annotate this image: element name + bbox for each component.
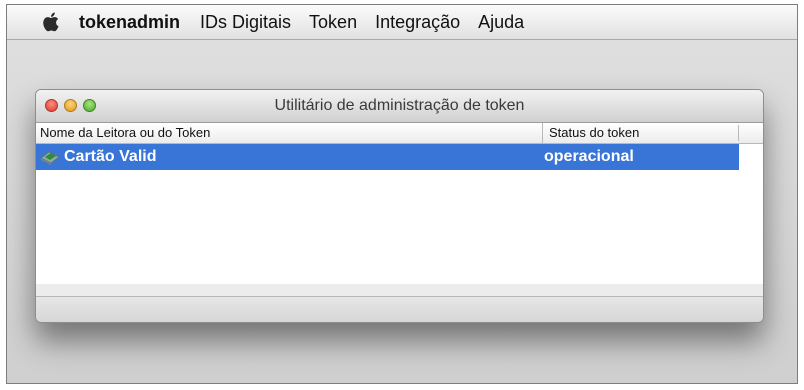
menu-bar: tokenadmin IDs Digitais Token Integração… [7, 5, 797, 40]
menu-app-tokenadmin[interactable]: tokenadmin [79, 12, 180, 33]
apple-icon[interactable] [37, 9, 65, 35]
column-header-status[interactable]: Status do token [542, 123, 639, 143]
token-table: Cartão Valid operacional [36, 144, 763, 284]
screen-frame: tokenadmin IDs Digitais Token Integração… [6, 4, 798, 384]
menu-ajuda[interactable]: Ajuda [478, 12, 524, 33]
table-row[interactable]: Cartão Valid operacional [36, 144, 739, 170]
token-name: Cartão Valid [64, 148, 157, 165]
token-admin-window: Utilitário de administração de token Nom… [35, 89, 764, 323]
menu-integracao[interactable]: Integração [375, 12, 460, 33]
menu-token[interactable]: Token [309, 12, 357, 33]
menu-ids-digitais[interactable]: IDs Digitais [200, 12, 291, 33]
window-title: Utilitário de administração de token [274, 97, 525, 114]
column-header-name[interactable]: Nome da Leitora ou do Token [40, 125, 210, 140]
window-bottom-bar [36, 296, 763, 322]
token-status: operacional [544, 148, 634, 165]
window-titlebar[interactable]: Utilitário de administração de token [36, 90, 763, 123]
table-header: Nome da Leitora ou do Token Status do to… [36, 123, 763, 144]
column-divider [738, 125, 739, 141]
smart-card-reader-icon [40, 151, 60, 165]
